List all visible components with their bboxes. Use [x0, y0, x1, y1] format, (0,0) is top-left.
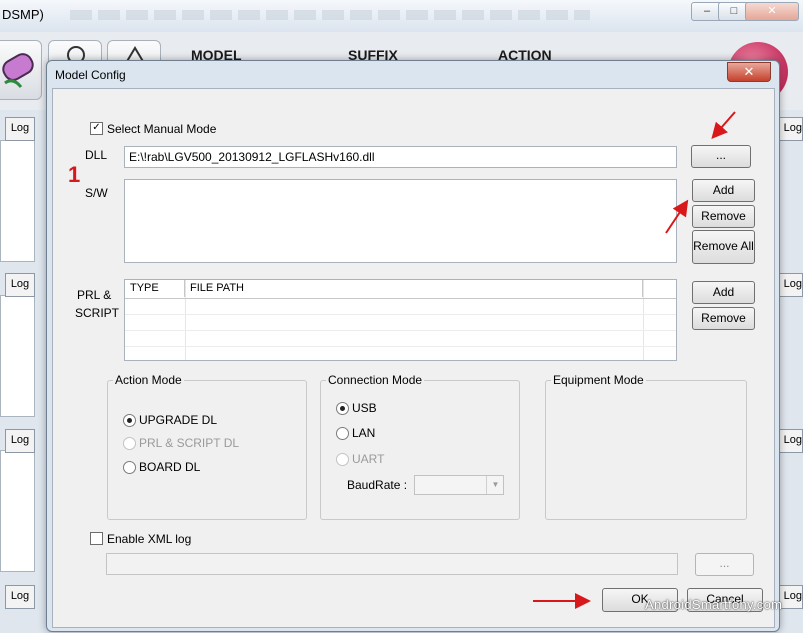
watermark: AndroidSmartfony.com [645, 597, 783, 612]
arrow-to-sw-add [665, 199, 689, 234]
arrow-to-dll-browse [711, 111, 736, 140]
annotation-arrows [533, 111, 736, 609]
